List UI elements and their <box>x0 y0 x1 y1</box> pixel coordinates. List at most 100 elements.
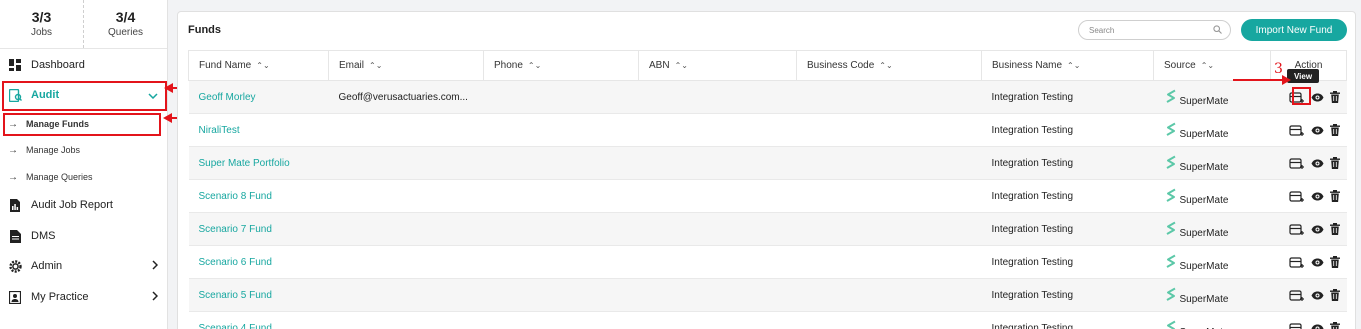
view-icon[interactable] <box>1311 258 1324 267</box>
phone-cell <box>483 113 639 147</box>
source-cell: SuperMate <box>1153 311 1271 329</box>
add-fund-icon[interactable] <box>1288 256 1305 269</box>
business-code-cell <box>796 311 982 329</box>
fund-name-link[interactable]: Scenario 6 Fund <box>188 245 329 279</box>
delete-icon[interactable] <box>1329 124 1340 136</box>
view-icon[interactable] <box>1311 324 1324 329</box>
business-name-cell: Integration Testing <box>981 278 1154 312</box>
table-row: Scenario 8 Fund Integration Testing SuperM… <box>188 179 1347 213</box>
sidebar-item-admin[interactable]: Admin <box>0 252 168 280</box>
business-code-cell <box>796 212 982 246</box>
source-cell: SuperMate <box>1153 146 1271 180</box>
table-row: Geoff Morley Geoff@verusactuaries.com... I… <box>188 80 1347 114</box>
delete-icon[interactable] <box>1329 223 1340 235</box>
fund-name-link[interactable]: Scenario 7 Fund <box>188 212 329 246</box>
queries-count: 3/4 <box>115 9 136 25</box>
import-new-fund-button[interactable]: Import New Fund <box>1241 19 1347 41</box>
fund-name-link[interactable]: Geoff Morley <box>188 80 329 114</box>
add-fund-icon[interactable] <box>1288 124 1305 137</box>
delete-icon[interactable] <box>1329 190 1340 202</box>
queries-stat[interactable]: 3/4 Queries <box>83 0 167 48</box>
sidebar-item-dms[interactable]: DMS <box>0 222 168 250</box>
business-name-cell: Integration Testing <box>981 113 1154 147</box>
col-fund-name[interactable]: Fund Name ⌃⌄ <box>188 50 329 81</box>
add-fund-icon[interactable] <box>1288 190 1305 203</box>
supermate-logo-icon <box>1166 287 1175 301</box>
funds-panel: Funds Search Import New Fund Fund Name ⌃⌄… <box>177 11 1356 329</box>
source-label: SuperMate <box>1179 227 1229 239</box>
jobs-label: Jobs <box>30 27 53 38</box>
sort-icon: ⌃⌄ <box>369 61 383 70</box>
sidebar-item-audit-job-report[interactable]: Audit Job Report <box>0 191 168 219</box>
sort-icon: ⌃⌄ <box>879 61 893 70</box>
business-name-cell: Integration Testing <box>981 179 1154 213</box>
email-cell <box>328 146 484 180</box>
abn-cell <box>638 179 797 213</box>
table-header-row: Fund Name ⌃⌄ Email ⌃⌄ Phone ⌃⌄ ABN ⌃⌄ Busine… <box>188 50 1347 81</box>
add-fund-icon[interactable] <box>1288 289 1305 302</box>
business-name-cell: Integration Testing <box>981 245 1154 279</box>
delete-icon[interactable] <box>1329 157 1340 169</box>
annotation-label-3: 3 <box>1274 61 1283 77</box>
col-abn[interactable]: ABN ⌃⌄ <box>638 50 797 81</box>
view-icon[interactable] <box>1311 93 1324 102</box>
fund-name-link[interactable]: NiraliTest <box>188 113 329 147</box>
view-icon[interactable] <box>1311 126 1324 135</box>
sidebar-item-dashboard[interactable]: Dashboard <box>0 51 168 79</box>
page-title: Funds <box>188 24 221 36</box>
arrow-right-icon: → <box>8 171 18 183</box>
sidebar-sublabel-manage-queries: Manage Queries <box>26 172 93 182</box>
email-cell <box>328 212 484 246</box>
add-fund-icon[interactable] <box>1288 322 1305 329</box>
search-placeholder: Search <box>1089 25 1115 35</box>
document-icon <box>8 229 22 243</box>
sort-icon: ⌃⌄ <box>1067 61 1081 70</box>
source-cell: SuperMate <box>1153 212 1271 246</box>
add-fund-icon[interactable] <box>1288 223 1305 236</box>
source-label: SuperMate <box>1179 95 1229 107</box>
abn-cell <box>638 212 797 246</box>
col-label: Fund Name <box>199 60 252 71</box>
view-icon[interactable] <box>1311 192 1324 201</box>
col-email[interactable]: Email ⌃⌄ <box>328 50 484 81</box>
delete-icon[interactable] <box>1329 322 1340 329</box>
col-business-name[interactable]: Business Name ⌃⌄ <box>981 50 1154 81</box>
delete-icon[interactable] <box>1329 289 1340 301</box>
supermate-logo-icon <box>1166 122 1175 136</box>
view-icon[interactable] <box>1311 225 1324 234</box>
delete-icon[interactable] <box>1329 91 1340 103</box>
search-input[interactable]: Search <box>1078 20 1231 40</box>
sidebar-item-my-practice[interactable]: My Practice <box>0 283 168 311</box>
col-label: Phone <box>494 60 523 71</box>
business-code-cell <box>796 278 982 312</box>
supermate-logo-icon <box>1166 254 1175 268</box>
fund-name-link[interactable]: Super Mate Portfolio <box>188 146 329 180</box>
col-phone[interactable]: Phone ⌃⌄ <box>483 50 639 81</box>
sidebar-subitem-manage-jobs[interactable]: → Manage Jobs <box>0 138 168 162</box>
business-code-cell <box>796 146 982 180</box>
action-cell <box>1270 311 1347 329</box>
table-row: Super Mate Portfolio Integration Testing S… <box>188 146 1347 180</box>
fund-name-link[interactable]: Scenario 5 Fund <box>188 278 329 312</box>
annotation-box-audit <box>2 81 167 111</box>
business-name-cell: Integration Testing <box>981 212 1154 246</box>
col-business-code[interactable]: Business Code ⌃⌄ <box>796 50 982 81</box>
fund-name-link[interactable]: Scenario 4 Fund <box>188 311 329 329</box>
sort-icon: ⌃⌄ <box>527 61 542 70</box>
phone-cell <box>483 80 639 114</box>
jobs-stat[interactable]: 3/3 Jobs <box>0 0 83 48</box>
view-icon[interactable] <box>1311 159 1324 168</box>
fund-name-link[interactable]: Scenario 8 Fund <box>188 179 329 213</box>
delete-icon[interactable] <box>1329 256 1340 268</box>
add-fund-icon[interactable] <box>1288 157 1305 170</box>
sidebar: 3/3 Jobs 3/4 Queries Dashboard Audit → M… <box>0 0 168 329</box>
sidebar-sublabel-manage-jobs: Manage Jobs <box>26 145 81 155</box>
phone-cell <box>483 311 639 329</box>
sidebar-subitem-manage-queries[interactable]: → Manage Queries <box>0 165 168 189</box>
chevron-right-icon <box>152 259 159 273</box>
view-icon[interactable] <box>1311 291 1324 300</box>
col-label: Business Code <box>807 60 875 71</box>
view-tooltip: View <box>1287 69 1319 83</box>
action-cell <box>1270 146 1347 180</box>
action-cell <box>1270 179 1347 213</box>
